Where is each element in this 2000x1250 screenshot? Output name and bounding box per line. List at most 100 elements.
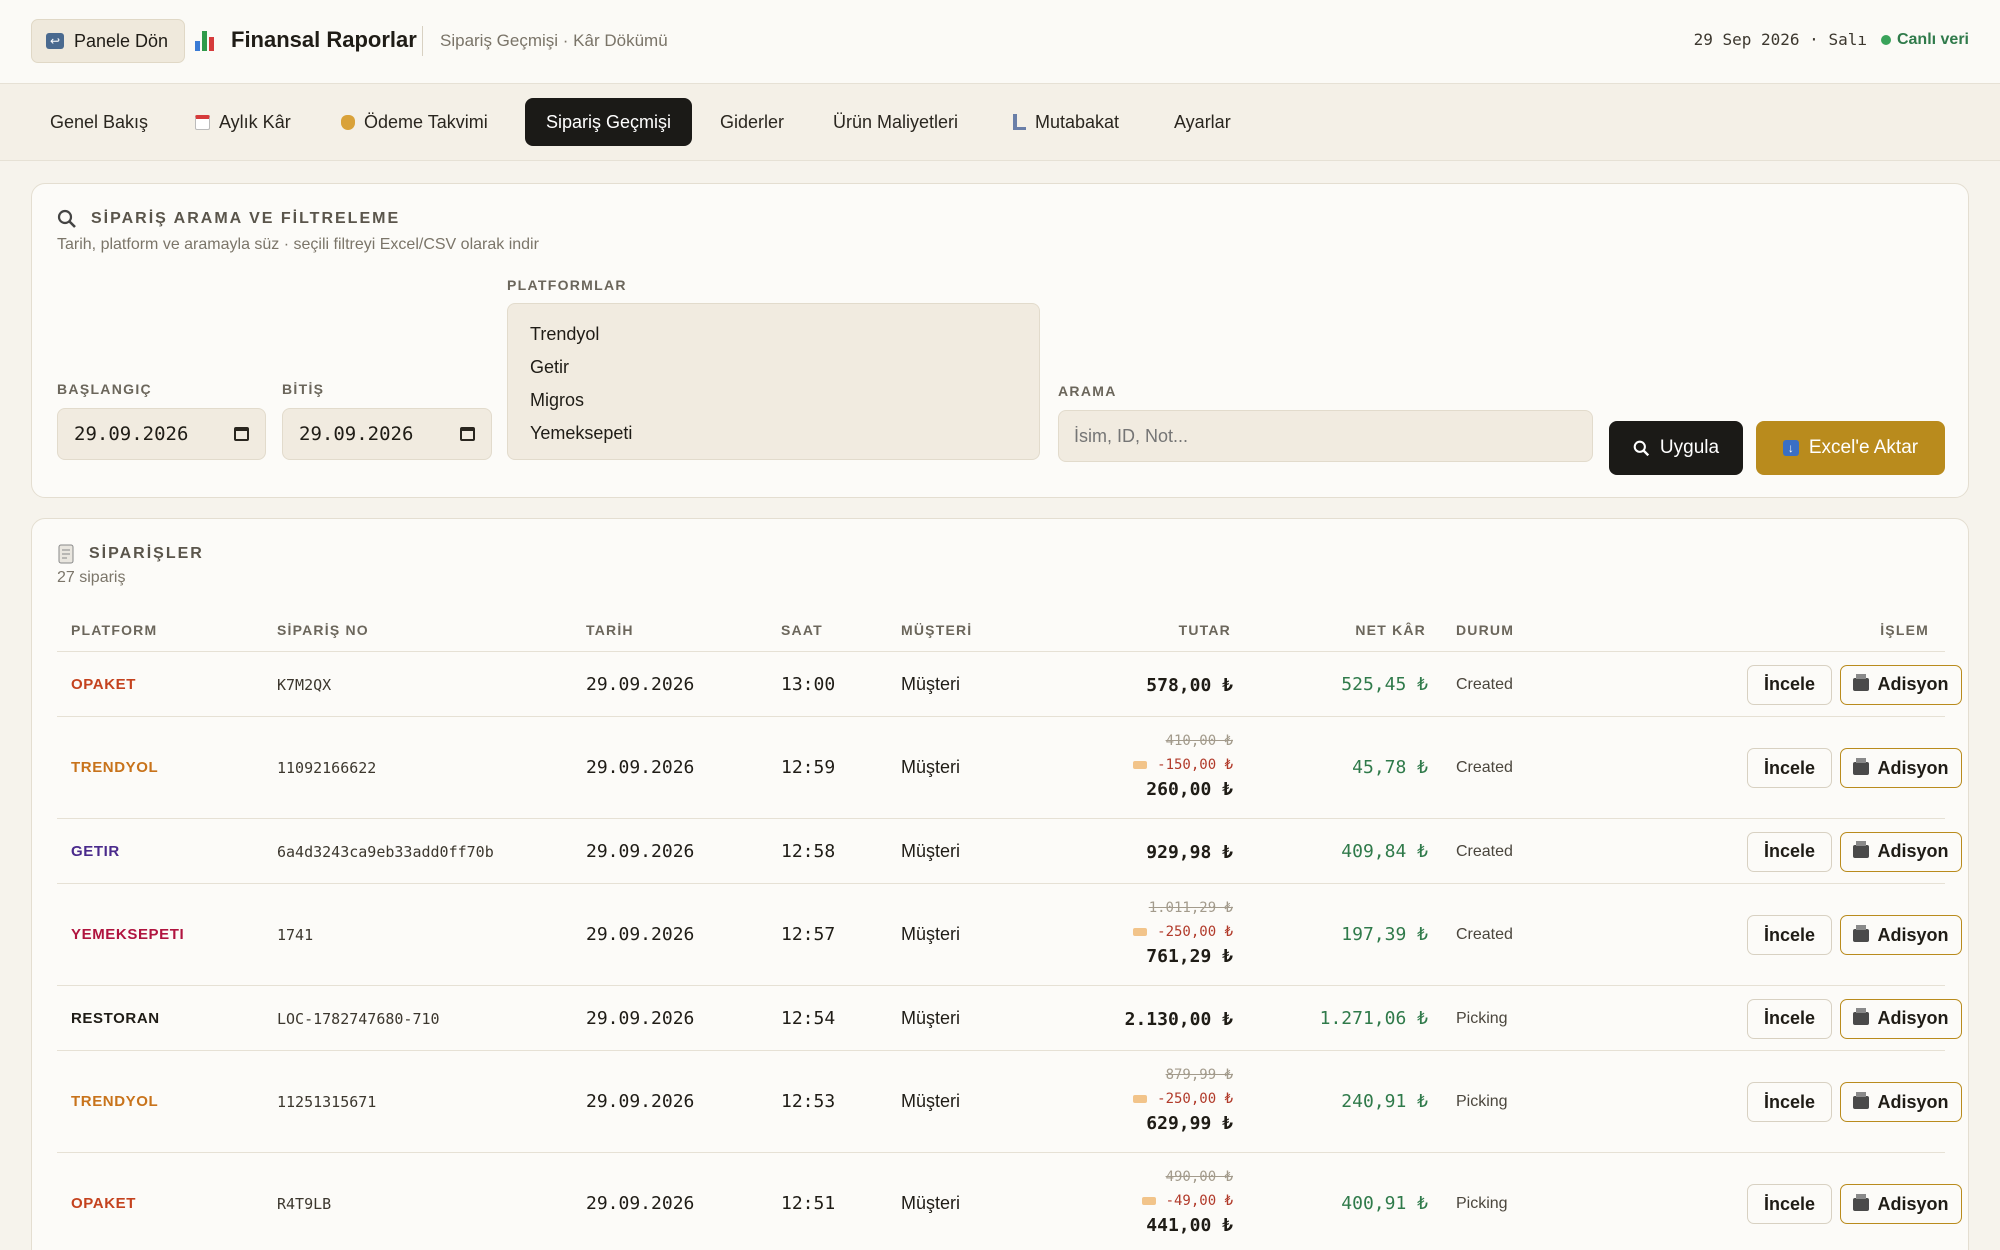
order-date: 29.09.2026 bbox=[586, 1007, 695, 1029]
final-amount: 929,98 ₺ bbox=[1146, 841, 1233, 863]
table-row: RESTORAN LOC-1782747680-710 29.09.2026 12:5… bbox=[57, 985, 1962, 1050]
receipt-button[interactable]: Adisyon bbox=[1840, 998, 1962, 1039]
status-text: Picking bbox=[1456, 1093, 1508, 1110]
col-customer: MÜŞTERİ bbox=[901, 622, 973, 638]
order-number: K7M2QX bbox=[277, 675, 332, 694]
receipt-icon bbox=[58, 544, 74, 564]
tab-genel-bakis[interactable]: Genel Bakış bbox=[31, 98, 167, 146]
tab-label: Ayarlar bbox=[1174, 111, 1231, 132]
platform-option[interactable]: Getir bbox=[530, 351, 1017, 384]
app-title: Finansal Raporlar bbox=[231, 27, 417, 52]
customer-name: Müşteri bbox=[901, 1007, 961, 1028]
net-profit: 400,91 ₺ bbox=[1341, 1193, 1428, 1214]
order-number: LOC-1782747680-710 bbox=[277, 1009, 440, 1028]
customer-name: Müşteri bbox=[901, 924, 961, 944]
title-divider bbox=[422, 26, 423, 56]
start-date-value: 29.09.2026 bbox=[74, 423, 189, 445]
receipt-label: Adisyon bbox=[1877, 1008, 1949, 1028]
end-date-label: BİTİŞ bbox=[282, 381, 325, 397]
app-title-group: Finansal Raporlar bbox=[195, 27, 417, 53]
header-status: 29 Sep 2026 · Salı Canlı veri bbox=[1694, 30, 1969, 49]
receipt-label: Adisyon bbox=[1877, 1091, 1949, 1112]
order-number: R4T9LB bbox=[277, 1195, 332, 1213]
receipt-button[interactable]: Adisyon bbox=[1840, 748, 1962, 788]
inspect-button[interactable]: İncele bbox=[1747, 831, 1832, 872]
receipt-label: Adisyon bbox=[1877, 674, 1949, 694]
status-text: Created bbox=[1456, 842, 1513, 860]
printer-icon bbox=[1853, 924, 1870, 942]
orders-count: 27 sipariş bbox=[57, 569, 126, 586]
tab-label: Ürün Maliyetleri bbox=[833, 111, 959, 132]
net-profit: 240,91 ₺ bbox=[1341, 1091, 1428, 1112]
table-row: YEMEKSEPETI 1741 29.09.2026 12:57 Müşteri 1.0… bbox=[57, 883, 1962, 985]
receipt-button[interactable]: Adisyon bbox=[1840, 831, 1962, 872]
apply-label: Uygula bbox=[1659, 437, 1720, 458]
inspect-button[interactable]: İncele bbox=[1747, 748, 1832, 788]
original-amount: 490,00 ₺ bbox=[1165, 1169, 1233, 1185]
order-date: 29.09.2026 bbox=[586, 673, 695, 695]
customer-name: Müşteri bbox=[901, 1193, 961, 1213]
inspect-button[interactable]: İncele bbox=[1747, 998, 1832, 1039]
bar-chart-icon bbox=[195, 29, 215, 51]
platform-option[interactable]: Migros bbox=[530, 384, 1017, 417]
tab-label: Mutabakat bbox=[1035, 111, 1120, 132]
order-time: 12:51 bbox=[781, 1193, 836, 1214]
tab-mutabakat[interactable]: Mutabakat bbox=[994, 98, 1138, 146]
export-excel-button[interactable]: ↓ Excel'e Aktar bbox=[1756, 421, 1945, 475]
end-date-input[interactable]: 29.09.2026 bbox=[282, 408, 492, 460]
inspect-button[interactable]: İncele bbox=[1747, 915, 1832, 955]
amount-cell: 879,99 ₺ -250,00 ₺ 629,99 ₺ bbox=[1133, 1063, 1233, 1136]
tab-siparis-gecmisi[interactable]: Sipariş Geçmişi bbox=[525, 98, 692, 146]
orders-heading: SİPARİŞLER bbox=[89, 545, 204, 562]
discount-amount: -150,00 ₺ bbox=[1133, 753, 1233, 777]
orders-card: SİPARİŞLER 27 sipariş PLATFORM SİPARİŞ N… bbox=[31, 518, 1969, 1250]
amount-cell: 929,98 ₺ bbox=[1146, 840, 1233, 865]
final-amount: 578,00 ₺ bbox=[1146, 674, 1233, 696]
search-input[interactable] bbox=[1058, 410, 1593, 462]
amount-cell: 1.011,29 ₺ -250,00 ₺ 761,29 ₺ bbox=[1133, 896, 1233, 969]
order-time: 12:54 bbox=[781, 1007, 836, 1029]
order-date: 29.09.2026 bbox=[586, 840, 695, 862]
platform-option[interactable]: Trendyol bbox=[530, 318, 1017, 351]
tab-label: Aylık Kâr bbox=[219, 111, 291, 132]
printer-icon bbox=[1853, 757, 1870, 775]
discount-value: -49,00 ₺ bbox=[1165, 1193, 1233, 1209]
order-time: 12:59 bbox=[781, 757, 836, 778]
tab-label: Genel Bakış bbox=[50, 111, 149, 132]
calendar-icon[interactable] bbox=[234, 427, 249, 441]
customer-name: Müşteri bbox=[901, 840, 961, 861]
platforms-multiselect[interactable]: Trendyol Getir Migros Yemeksepeti bbox=[507, 303, 1040, 460]
final-amount: 260,00 ₺ bbox=[1146, 779, 1233, 800]
inspect-button[interactable]: İncele bbox=[1747, 664, 1832, 705]
apply-button[interactable]: Uygula bbox=[1609, 421, 1743, 475]
receipt-button[interactable]: Adisyon bbox=[1840, 664, 1962, 705]
tab-odeme-takvimi[interactable]: Ödeme Takvimi bbox=[322, 98, 507, 146]
printer-icon bbox=[1853, 674, 1870, 691]
receipt-button[interactable]: Adisyon bbox=[1840, 1184, 1962, 1224]
inspect-button[interactable]: İncele bbox=[1747, 1184, 1832, 1224]
order-date: 29.09.2026 bbox=[586, 1193, 695, 1214]
tab-giderler[interactable]: Giderler bbox=[701, 98, 803, 146]
amount-cell: 2.130,00 ₺ bbox=[1125, 1007, 1233, 1032]
tab-aylik-kar[interactable]: Aylık Kâr bbox=[176, 98, 310, 146]
platform-option[interactable]: Yemeksepeti bbox=[530, 417, 1017, 450]
search-label: ARAMA bbox=[1058, 383, 1117, 399]
final-amount: 629,99 ₺ bbox=[1146, 1113, 1233, 1134]
platform-name: RESTORAN bbox=[71, 1009, 160, 1027]
receipt-button[interactable]: Adisyon bbox=[1840, 1082, 1962, 1122]
inspect-button[interactable]: İncele bbox=[1747, 1082, 1832, 1122]
magnifier-icon bbox=[57, 209, 76, 228]
tab-ayarlar[interactable]: Ayarlar bbox=[1155, 98, 1250, 146]
col-net-profit: NET KÂR bbox=[1355, 622, 1426, 638]
tab-urun-maliyetleri[interactable]: Ürün Maliyetleri bbox=[814, 98, 977, 146]
discount-amount: -49,00 ₺ bbox=[1141, 1189, 1233, 1213]
live-label: Canlı veri bbox=[1896, 30, 1969, 48]
inspect-label: İncele bbox=[1763, 1008, 1816, 1028]
discount-amount: -250,00 ₺ bbox=[1133, 1087, 1233, 1111]
back-to-panel-button[interactable]: ↩ Panele Dön bbox=[31, 19, 186, 63]
start-date-input[interactable]: 29.09.2026 bbox=[57, 408, 266, 460]
calendar-icon[interactable] bbox=[460, 427, 475, 441]
inspect-label: İncele bbox=[1763, 841, 1816, 861]
discount-value: -250,00 ₺ bbox=[1157, 924, 1233, 940]
receipt-button[interactable]: Adisyon bbox=[1840, 915, 1962, 955]
